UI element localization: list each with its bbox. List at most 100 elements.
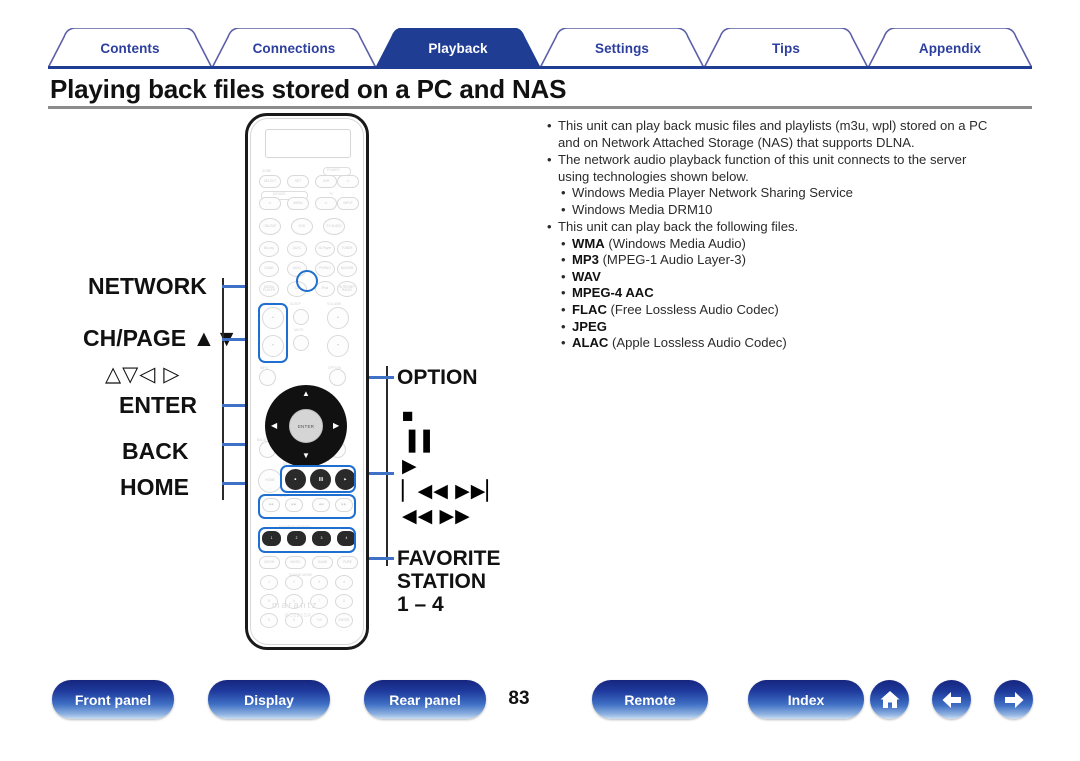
note-text-line: The network audio playback function of t… (558, 151, 967, 167)
remote-key-source4-2[interactable]: iPod (315, 281, 335, 297)
transport-glyph-list: ■ ▐▐ ▶ ▏◀◀ ▶▶▏ ◀◀ ▶▶ (402, 404, 522, 529)
callout-favorite-line3: 1 – 4 (397, 593, 444, 616)
remote-key-volume-down[interactable]: ▼ (327, 335, 349, 357)
page-title: Playing back files stored on a PC and NA… (50, 74, 567, 104)
remote-key-volume-up[interactable]: ▲ (327, 307, 349, 329)
callout-favorite-station: FAVORITE STATION 1 – 4 (397, 547, 500, 616)
remote-key-source2-3[interactable]: TUNER (337, 241, 357, 257)
remote-key-device-0[interactable]: ⏻ (259, 197, 281, 210)
remote-label-mute: MUTE (294, 328, 304, 332)
remote-key-source1-0[interactable]: CBL/SAT (259, 218, 281, 235)
tab-playback[interactable]: Playback (376, 28, 540, 68)
footer-forward-arrow-icon[interactable] (994, 680, 1033, 719)
remote-key-num-4[interactable]: 4 (335, 575, 353, 590)
remote-key-zone-2[interactable]: AVR (315, 175, 337, 188)
remote-key-num-2[interactable]: 2 (285, 575, 303, 590)
play-icon: ▶ (402, 456, 418, 477)
highlight-chpage (258, 303, 288, 363)
remote-key-info[interactable] (259, 369, 276, 386)
remote-key-mode-1[interactable]: MUSIC (285, 556, 306, 569)
remote-key-source1-2[interactable]: TV AUDIO (323, 218, 345, 235)
notes-list: • This unit can play back music files an… (546, 118, 1036, 352)
tab-connections[interactable]: Connections (212, 28, 376, 68)
format-description: (Windows Media Audio) (604, 235, 746, 251)
remote-key-source3-0[interactable]: GAME (259, 261, 279, 277)
note-text-line: Windows Media Player Network Sharing Ser… (572, 185, 853, 201)
tab-label: Appendix (918, 40, 982, 56)
remote-key-num-ENTER[interactable]: ENTER (335, 613, 353, 628)
format-name: WAV (572, 268, 601, 284)
remote-key-mute[interactable] (293, 335, 309, 351)
format-item: • WAV (546, 269, 1036, 286)
remote-key-device-2[interactable]: ⏻ (315, 197, 337, 210)
tab-appendix[interactable]: Appendix (868, 28, 1032, 68)
tab-tips[interactable]: Tips (704, 28, 868, 68)
footer-home-icon[interactable] (870, 680, 909, 719)
title-divider (48, 106, 1032, 109)
tab-bar-underline (48, 66, 1032, 69)
footer-button-remote[interactable]: Remote (592, 680, 708, 719)
back-arrow-icon (942, 691, 961, 708)
footer-button-rear-panel[interactable]: Rear panel (364, 680, 486, 719)
remote-key-home[interactable]: HOME (258, 469, 282, 493)
remote-key-option[interactable] (329, 369, 346, 386)
page-number: 83 (508, 688, 530, 709)
remote-key-mode-0[interactable]: MOVIE (259, 556, 280, 569)
remote-key-source1-1[interactable]: DVD (291, 218, 313, 235)
remote-key-sleep[interactable] (293, 309, 309, 325)
remote-key-num-9[interactable]: 9 (260, 613, 278, 628)
footer-navigation: 83 Front panel Display Rear panel Remote Ind… (0, 680, 1080, 740)
remote-key-num-8[interactable]: 8 (335, 594, 353, 609)
remote-key-source2-2[interactable]: M-Player (315, 241, 335, 257)
remote-key-mode-3[interactable]: PURE (337, 556, 358, 569)
remote-label-power: POWER (327, 168, 340, 172)
remote-key-zone-0[interactable]: SELECT (259, 175, 281, 188)
remote-label-tv: TV (329, 192, 334, 196)
remote-key-source4-3[interactable]: INTERNET RADIO (337, 281, 357, 297)
remote-label-sleep: SLEEP (290, 302, 301, 306)
footer-back-arrow-icon[interactable] (932, 680, 971, 719)
tab-settings[interactable]: Settings (540, 28, 704, 68)
format-description: (Free Lossless Audio Codec) (606, 302, 779, 318)
remote-key-source3-3[interactable]: Net/USB (337, 261, 357, 277)
remote-key-num-1[interactable]: 1 (260, 575, 278, 590)
remote-label-device: DEVICE (273, 192, 286, 196)
callout-cursor-arrows: △▽◁ ▷ (105, 363, 181, 386)
remote-key-source2-1[interactable]: AUX1 (287, 241, 307, 257)
remote-key-zone-3[interactable]: ⏻ (337, 175, 359, 188)
remote-key-source2-0[interactable]: Blu-ray (259, 241, 279, 257)
note-item: • This unit can play back the following … (546, 219, 1036, 236)
remote-key-zone-1[interactable]: SET (287, 175, 309, 188)
note-continuation: and on Network Attached Storage (NAS) th… (558, 135, 915, 151)
supported-format-list: • WMA (Windows Media Audio) • MP3 (MPEG-1 A… (546, 236, 1036, 352)
footer-button-front-panel[interactable]: Front panel (52, 680, 174, 719)
callout-enter: ENTER (119, 392, 197, 418)
callout-favorite-line2: STATION (397, 570, 487, 593)
stop-icon: ■ (402, 406, 415, 427)
callout-favorite-line1: FAVORITE (397, 547, 501, 570)
remote-label-volume: VOLUME (327, 302, 342, 306)
remote-key-source4-0[interactable]: MEDIA PLAYER (259, 281, 279, 297)
note-subitem: • Windows Media DRM10 (546, 202, 1036, 219)
pause-icon: ▐▐ (402, 431, 431, 452)
footer-button-index[interactable]: Index (748, 680, 864, 719)
remote-key-mode-2[interactable]: GAME (312, 556, 333, 569)
note-item: • The network audio playback function of… (546, 152, 1036, 169)
tab-contents[interactable]: Contents (48, 28, 212, 68)
remote-key-num-3[interactable]: 3 (310, 575, 328, 590)
highlight-device-control (280, 465, 356, 493)
remote-key-device-3[interactable]: INPUT (337, 197, 359, 210)
footer-button-label: Display (244, 691, 294, 708)
remote-key-device-1[interactable]: MENU (287, 197, 309, 210)
callout-spine-left (222, 278, 224, 500)
format-item: • WMA (Windows Media Audio) (546, 236, 1036, 253)
format-item: • ALAC (Apple Lossless Audio Codec) (546, 335, 1036, 352)
footer-button-display[interactable]: Display (208, 680, 330, 719)
callout-network: NETWORK (88, 273, 207, 299)
remote-key-source3-2[interactable]: PHONO (315, 261, 335, 277)
bullet-icon: • (561, 235, 566, 251)
remote-key-num-+10[interactable]: +10 (310, 613, 328, 628)
tab-label: Contents (100, 40, 160, 56)
format-item: • FLAC (Free Lossless Audio Codec) (546, 302, 1036, 319)
callout-spine-right (386, 366, 388, 566)
